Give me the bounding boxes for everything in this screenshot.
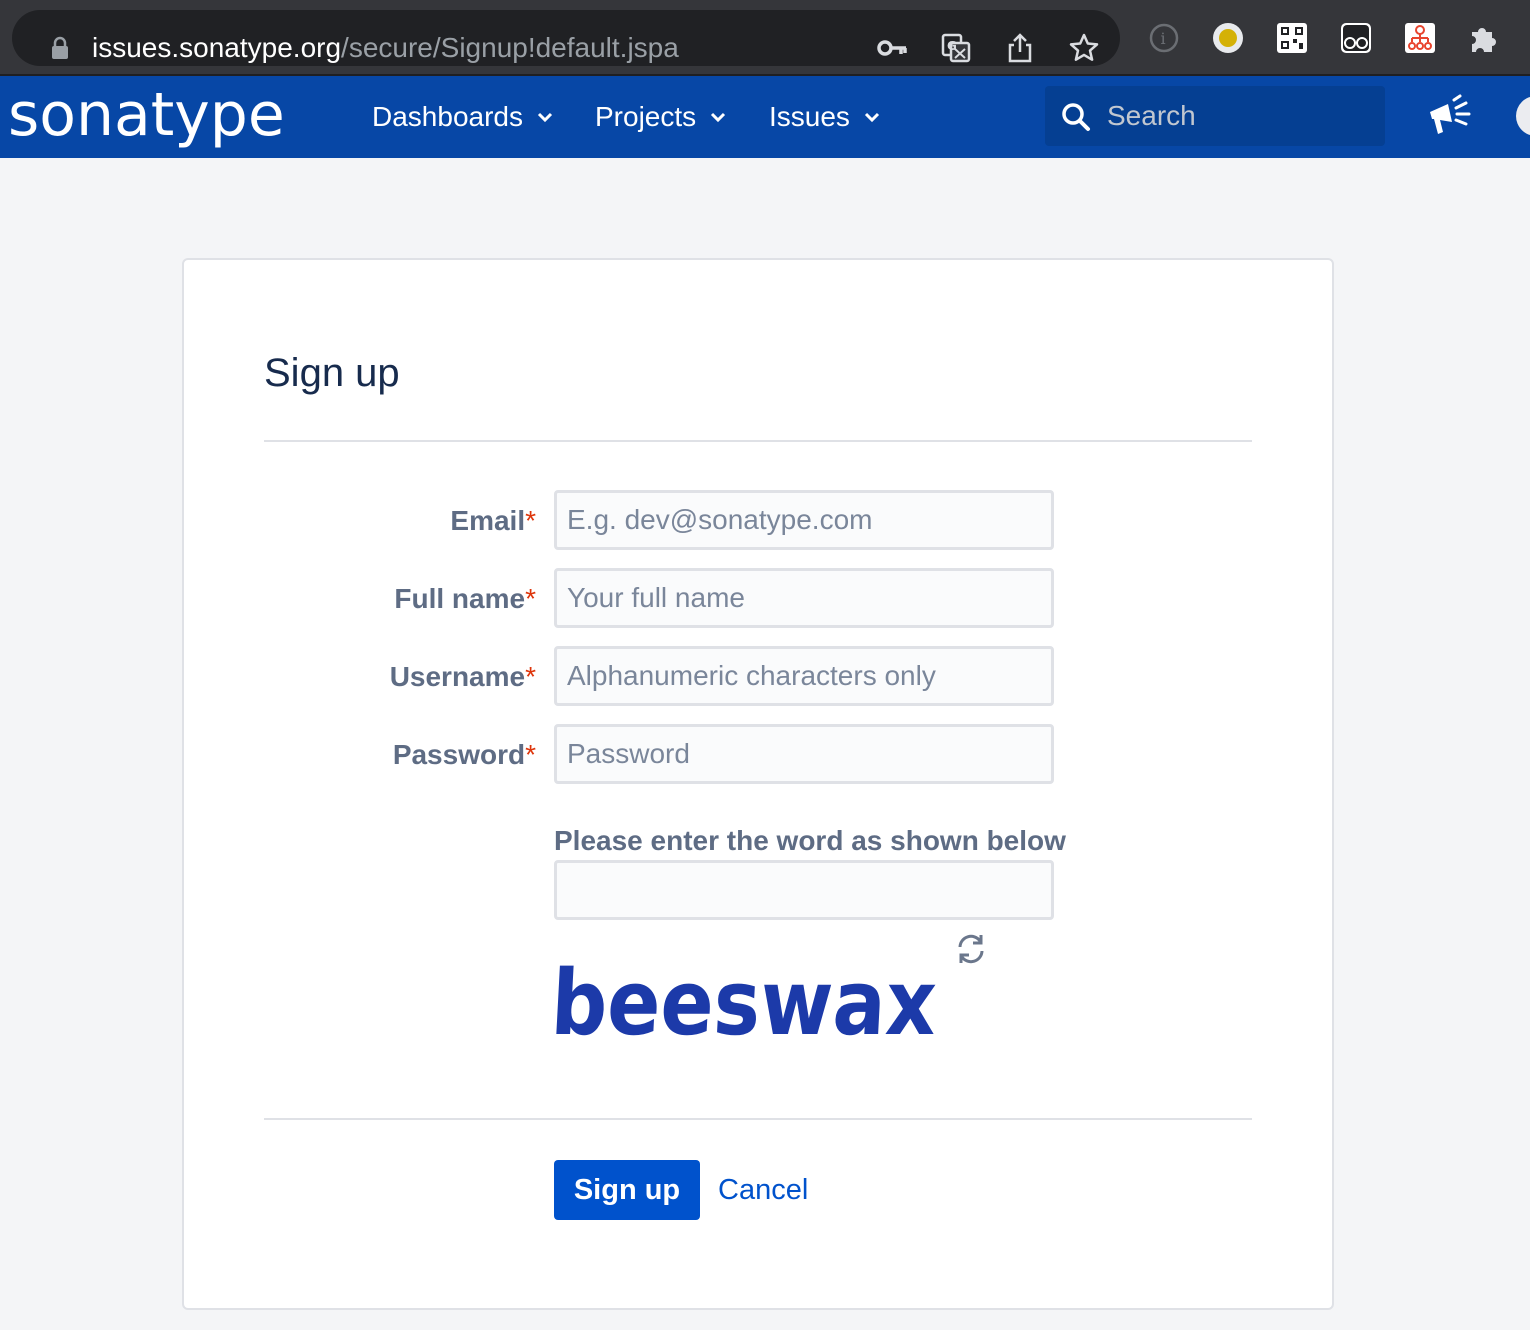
username-label: Username* <box>390 660 536 694</box>
bookmark-star-icon[interactable] <box>1068 32 1100 64</box>
full-name-field[interactable] <box>554 568 1054 628</box>
required-mark: * <box>525 583 536 614</box>
address-bar[interactable]: issues.sonatype.org/secure/Signup!defaul… <box>12 10 1120 66</box>
info-extension-icon[interactable]: i <box>1148 22 1180 54</box>
glasses-extension-icon[interactable] <box>1340 22 1372 54</box>
share-icon[interactable] <box>1004 32 1036 64</box>
email-label: Email* <box>450 504 536 538</box>
required-mark: * <box>525 739 536 770</box>
translate-icon[interactable]: G <box>940 32 972 64</box>
sign-up-button[interactable]: Sign up <box>554 1160 700 1220</box>
chevron-down-icon <box>711 112 726 123</box>
full-name-label-text: Full name <box>394 583 526 614</box>
required-mark: * <box>525 505 536 536</box>
search-box[interactable] <box>1045 86 1385 146</box>
svg-text:i: i <box>1161 29 1166 48</box>
avatar[interactable] <box>1516 96 1530 136</box>
nav-issues[interactable]: Issues <box>769 100 880 134</box>
username-label-text: Username <box>389 661 526 692</box>
password-field[interactable] <box>554 724 1054 784</box>
captcha-field[interactable] <box>554 860 1054 920</box>
email-field[interactable] <box>554 490 1054 550</box>
chevron-down-icon <box>537 112 553 123</box>
svg-text:G: G <box>947 39 957 53</box>
captcha-image: beeswax <box>554 954 939 1050</box>
yellow-dot-extension-icon[interactable] <box>1212 22 1244 54</box>
puzzle-extensions-icon[interactable] <box>1468 22 1500 54</box>
password-label-text: Password <box>392 739 526 770</box>
captcha-label: Please enter the word as shown below <box>554 825 1066 856</box>
title-divider <box>264 440 1252 442</box>
key-icon[interactable] <box>876 32 908 64</box>
refresh-captcha-icon[interactable] <box>954 932 988 966</box>
search-icon <box>1062 103 1090 131</box>
required-mark: * <box>525 661 536 692</box>
username-field[interactable] <box>554 646 1054 706</box>
actions-divider <box>264 1118 1252 1120</box>
signup-card: Sign up Email* Full name* Username* Pass… <box>182 258 1334 1310</box>
qr-code-extension-icon[interactable] <box>1276 22 1308 54</box>
captcha-word: beeswax <box>554 954 939 1050</box>
url-text[interactable]: issues.sonatype.org/secure/Signup!defaul… <box>92 30 679 66</box>
nav-dashboards[interactable]: Dashboards <box>372 100 553 134</box>
app-header: sonatype Dashboards Projects Issues <box>0 76 1530 158</box>
cancel-link[interactable]: Cancel <box>718 1172 808 1208</box>
browser-toolbar: issues.sonatype.org/secure/Signup!defaul… <box>0 0 1530 76</box>
email-label-text: Email <box>450 505 526 536</box>
nav-dashboards-label: Dashboards <box>372 101 523 132</box>
nav-projects[interactable]: Projects <box>595 100 726 134</box>
search-input[interactable] <box>1107 96 1377 136</box>
url-host: issues.sonatype.org <box>92 32 342 63</box>
sonatype-logo[interactable]: sonatype <box>8 82 285 148</box>
chevron-down-icon <box>864 112 879 123</box>
password-label: Password* <box>393 738 536 772</box>
sitemap-extension-icon[interactable] <box>1404 22 1436 54</box>
full-name-label: Full name* <box>394 582 536 616</box>
megaphone-icon[interactable] <box>1426 94 1472 136</box>
nav-issues-label: Issues <box>769 101 850 132</box>
page-title: Sign up <box>264 351 400 395</box>
url-path: /secure/Signup!default.jspa <box>341 32 679 63</box>
nav-projects-label: Projects <box>595 101 697 132</box>
lock-icon[interactable] <box>50 36 70 60</box>
